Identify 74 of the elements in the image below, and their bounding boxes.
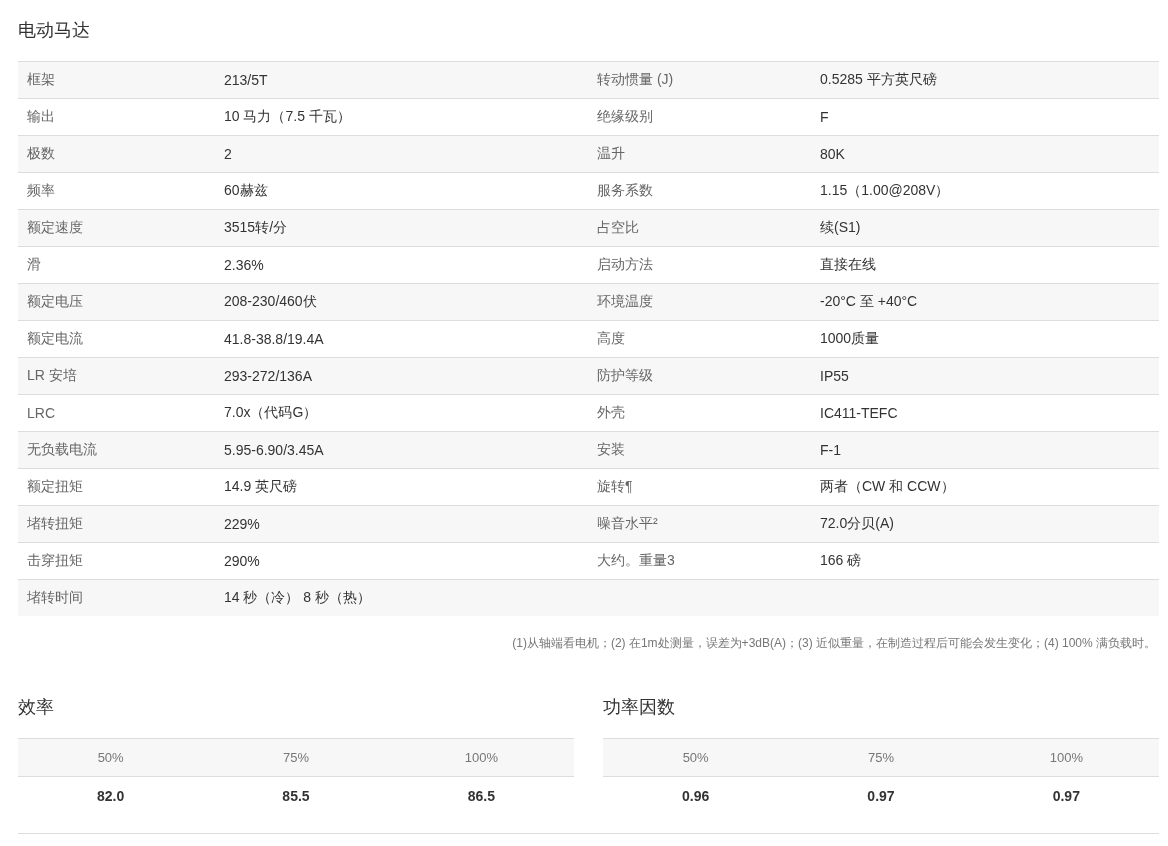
spec-label: 占空比 — [596, 219, 640, 237]
spec-label: 额定电流 — [26, 330, 84, 348]
footnote: (1)从轴端看电机；(2) 在1m处测量，误差为+3dB(A)；(3) 近似重量，在制造过程后可能会发生变化；(4) 100% 满负载时。 — [512, 635, 1156, 652]
spec-value: 1.15（1.00@208V） — [819, 182, 951, 200]
spec-label: LRC — [26, 405, 56, 421]
spec-label: 输出 — [26, 108, 56, 126]
column-header: 75% — [867, 750, 894, 765]
spec-value: 72.0分贝(A) — [819, 515, 895, 533]
spec-value: F — [819, 109, 830, 125]
table-title: 功率因数 — [603, 696, 676, 719]
spec-value: 41.8-38.8/19.4A — [223, 331, 325, 347]
table-cell: 0.97 — [1052, 787, 1080, 804]
spec-label: 额定电压 — [26, 293, 84, 311]
spec-value: F-1 — [819, 442, 842, 458]
spec-label: 高度 — [596, 330, 626, 348]
column-header: 50% — [97, 750, 124, 765]
spec-label: 大约。重量3 — [596, 552, 676, 570]
spec-label: 绝缘级别 — [596, 108, 654, 126]
spec-value: 14 秒（冷） 8 秒（热） — [223, 589, 373, 607]
spec-value: 两者（CW 和 CCW） — [819, 478, 956, 496]
spec-value: 2.36% — [223, 257, 265, 273]
spec-label: 堵转扭矩 — [26, 515, 84, 533]
spec-value: 10 马力（7.5 千瓦） — [223, 108, 352, 126]
column-header: 100% — [464, 750, 498, 765]
spec-label: 击穿扭矩 — [26, 552, 84, 570]
spec-value: 293-272/136A — [223, 368, 313, 384]
table-cell: 0.96 — [682, 787, 710, 804]
spec-value: IP55 — [819, 368, 850, 384]
spec-label: 安装 — [596, 441, 626, 459]
spec-label: 堵转时间 — [26, 589, 84, 607]
spec-label: 无负载电流 — [26, 441, 98, 459]
spec-value: 0.5285 平方英尺磅 — [819, 71, 938, 89]
spec-label: 框架 — [26, 71, 56, 89]
spec-value: 直接在线 — [819, 256, 877, 274]
spec-label: 温升 — [596, 145, 626, 163]
table-cell: 0.97 — [867, 787, 895, 804]
spec-value: 14.9 英尺磅 — [223, 478, 299, 496]
spec-value: 2 — [223, 146, 233, 162]
spec-value: 213/5T — [223, 72, 269, 88]
table-cell: 82.0 — [97, 787, 125, 804]
spec-value: 166 磅 — [819, 552, 863, 570]
spec-label: 极数 — [26, 145, 56, 163]
table-cell: 85.5 — [282, 787, 310, 804]
table-title: 效率 — [18, 696, 55, 719]
spec-label: 滑 — [26, 256, 42, 274]
spec-value: 3515转/分 — [223, 219, 289, 237]
spec-label: 服务系数 — [596, 182, 654, 200]
table-cell: 86.5 — [467, 787, 495, 804]
spec-label: 频率 — [26, 182, 56, 200]
column-header: 75% — [282, 750, 309, 765]
spec-value: 80K — [819, 146, 846, 162]
column-header: 50% — [682, 750, 709, 765]
column-header: 100% — [1049, 750, 1083, 765]
section-title: 电动马达 — [18, 19, 91, 42]
spec-value: 208-230/460伏 — [223, 293, 318, 311]
spec-label: 转动惯量 (J) — [596, 71, 675, 89]
spec-label: 外壳 — [596, 404, 626, 422]
spec-value: 229% — [223, 516, 261, 532]
spec-label: 旋转¶ — [596, 478, 634, 496]
spec-label: 额定速度 — [26, 219, 84, 237]
spec-value: 7.0x（代码G） — [223, 404, 319, 422]
spec-label: 环境温度 — [596, 293, 654, 311]
spec-label: 防护等级 — [596, 367, 654, 385]
spec-value: IC411-TEFC — [819, 405, 899, 421]
spec-label: 额定扭矩 — [26, 478, 84, 496]
spec-label: 噪音水平² — [596, 515, 659, 533]
spec-label: LR 安培 — [26, 367, 78, 385]
spec-value: 1000质量 — [819, 330, 881, 348]
spec-value: 续(S1) — [819, 219, 862, 237]
spec-value: 5.95-6.90/3.45A — [223, 442, 325, 458]
spec-label: 启动方法 — [596, 256, 654, 274]
spec-value: 290% — [223, 553, 261, 569]
spec-value: -20°C 至 +40°C — [819, 293, 919, 311]
spec-value: 60赫兹 — [223, 182, 269, 200]
